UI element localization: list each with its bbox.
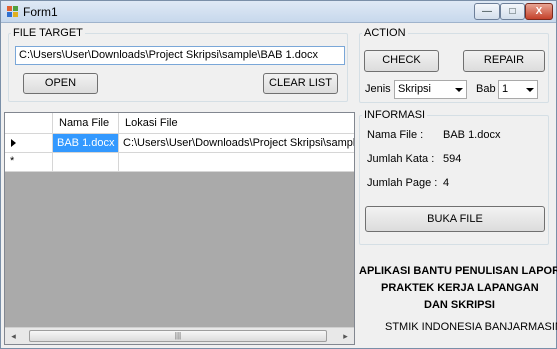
nama-file-value: BAB 1.docx [443, 129, 501, 141]
scroll-thumb[interactable]: ||| [29, 330, 327, 342]
row-header[interactable] [5, 134, 53, 153]
title-bar[interactable]: Form1 — □ X [1, 1, 556, 23]
jenis-label: Jenis [365, 83, 391, 95]
action-legend: ACTION [364, 27, 406, 39]
footer-line-2: PRAKTEK KERJA LAPANGAN [381, 282, 539, 294]
jumlah-kata-value: 594 [443, 153, 462, 165]
bab-label: Bab [476, 83, 496, 95]
close-button[interactable]: X [525, 3, 553, 20]
scroll-right-icon[interactable]: ▸ [337, 328, 354, 344]
chevron-down-icon [526, 88, 534, 92]
column-header-lokasi-file[interactable]: Lokasi File [119, 113, 354, 134]
minimize-button[interactable]: — [474, 3, 500, 20]
grid-header: Nama File Lokasi File [5, 113, 354, 134]
app-icon [7, 6, 18, 17]
check-button[interactable]: CHECK [364, 50, 439, 72]
open-button[interactable]: OPEN [23, 73, 98, 94]
grid-corner [5, 113, 53, 134]
footer-line-4: STMIK INDONESIA BANJARMASIN [385, 321, 557, 333]
jumlah-page-value: 4 [443, 177, 450, 189]
main-window: Form1 — □ X FILE TARGET C:\Users\User\Do… [0, 0, 557, 349]
cell-lokasi-file[interactable]: C:\Users\User\Downloads\Project Skripsi\… [119, 134, 354, 153]
footer-line-1: APLIKASI BANTU PENULISAN LAPORAN [359, 265, 557, 277]
window-title: Form1 [23, 5, 58, 19]
footer-line-3: DAN SKRIPSI [424, 299, 495, 311]
file-target-legend: FILE TARGET [13, 27, 83, 39]
clear-list-button[interactable]: CLEAR LIST [263, 73, 338, 94]
cell-lokasi-file[interactable] [119, 153, 354, 172]
informasi-legend: INFORMASI [364, 109, 426, 121]
chevron-down-icon [455, 88, 463, 92]
bab-select[interactable]: 1 [498, 80, 538, 99]
current-row-icon [11, 139, 16, 147]
jenis-value: Skripsi [398, 83, 432, 95]
row-header[interactable]: * [5, 153, 53, 172]
jumlah-kata-label: Jumlah Kata : [367, 153, 435, 165]
table-row[interactable]: BAB 1.docx C:\Users\User\Downloads\Proje… [5, 134, 354, 153]
new-row-icon: * [10, 155, 15, 167]
new-row[interactable]: * [5, 153, 354, 172]
file-grid[interactable]: Nama File Lokasi File BAB 1.docx C:\User… [4, 112, 355, 345]
bab-value: 1 [502, 83, 509, 95]
column-header-nama-file[interactable]: Nama File [53, 113, 119, 134]
jumlah-page-label: Jumlah Page : [367, 177, 438, 189]
file-path-input[interactable]: C:\Users\User\Downloads\Project Skripsi\… [15, 46, 345, 65]
nama-file-label: Nama File : [367, 129, 424, 141]
maximize-button[interactable]: □ [500, 3, 525, 20]
jenis-select[interactable]: Skripsi [394, 80, 467, 99]
scroll-left-icon[interactable]: ◂ [5, 328, 22, 344]
cell-nama-file[interactable] [53, 153, 119, 172]
repair-button[interactable]: REPAIR [463, 50, 545, 72]
horizontal-scrollbar[interactable]: ◂ ||| ▸ [5, 327, 354, 344]
cell-nama-file[interactable]: BAB 1.docx [53, 134, 119, 153]
buka-file-button[interactable]: BUKA FILE [365, 206, 545, 232]
